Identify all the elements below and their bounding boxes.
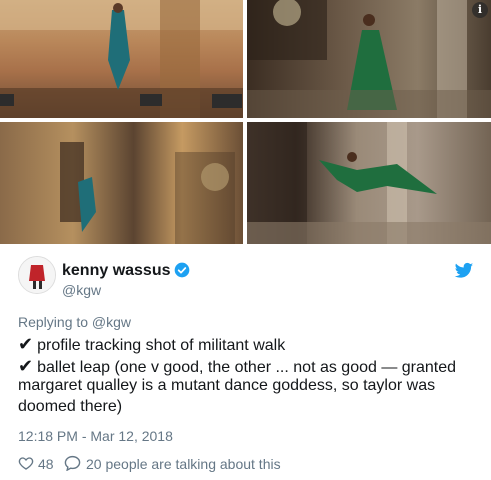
replying-to[interactable]: Replying to @kgw <box>18 314 131 330</box>
photo-2-scene <box>247 0 491 118</box>
comment-bubble-icon[interactable] <box>64 455 81 471</box>
talking-count[interactable]: 20 people are talking about this <box>86 456 281 472</box>
verified-badge-icon <box>174 262 190 278</box>
grid-photo-1[interactable] <box>0 0 243 118</box>
photo-3-scene <box>60 142 235 244</box>
grid-photo-3[interactable] <box>0 122 243 244</box>
tweet-text-2: ballet leap (one v good, the other ... n… <box>37 359 457 376</box>
photo-4-scene <box>247 122 491 244</box>
tweet-text-3: margaret qualley is a mutant dance godde… <box>18 377 436 394</box>
grid-photo-4[interactable] <box>247 122 491 244</box>
twitter-bird-icon[interactable] <box>454 262 474 280</box>
tweet-line-1: ✔ profile tracking shot of militant walk <box>18 334 285 355</box>
checkmark-icon: ✔ <box>18 334 34 354</box>
media-grid[interactable]: i <box>0 0 491 244</box>
info-icon[interactable]: i <box>472 2 488 18</box>
tweet-text-4: doomed there) <box>18 398 123 415</box>
avatar-image <box>19 257 55 293</box>
timestamp[interactable]: 12:18 PM - Mar 12, 2018 <box>18 428 173 444</box>
grid-photo-2[interactable] <box>247 0 491 118</box>
avatar[interactable] <box>18 256 56 294</box>
tweet-card: i kenny wassus @kgw Replying to @kgw ✔ pr… <box>0 0 491 480</box>
heart-icon[interactable] <box>18 455 34 471</box>
photo-1-scene <box>0 0 243 118</box>
tweet-line-2: ✔ ballet leap (one v good, the other ... … <box>18 356 456 377</box>
tweet-text-1: profile tracking shot of militant walk <box>37 337 286 354</box>
checkmark-icon: ✔ <box>18 356 34 376</box>
author-handle[interactable]: @kgw <box>62 282 101 298</box>
like-count[interactable]: 48 <box>38 456 54 472</box>
author-name[interactable]: kenny wassus <box>62 262 171 280</box>
